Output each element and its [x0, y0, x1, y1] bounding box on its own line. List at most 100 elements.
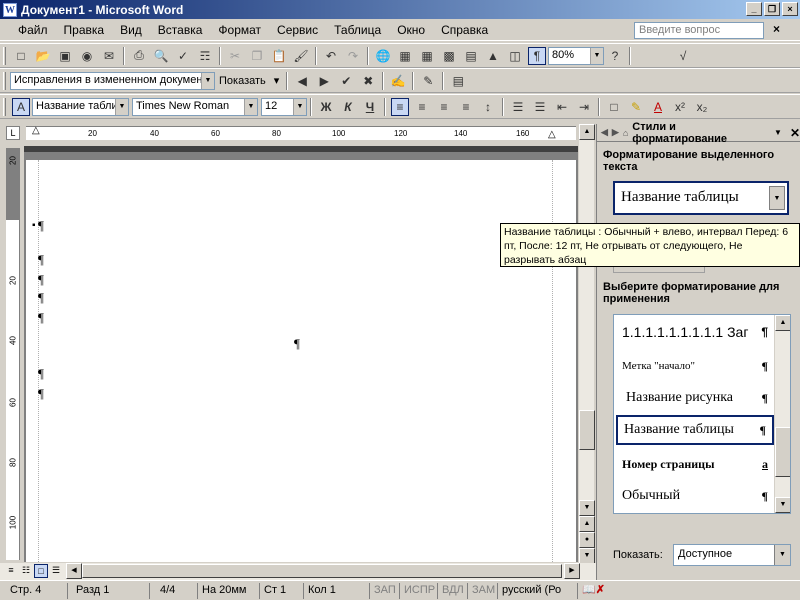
style-item[interactable]: Метка "начало" ¶	[616, 351, 774, 381]
style-item-selected[interactable]: Название таблицы ¶	[616, 415, 774, 445]
status-section[interactable]: Разд 1	[68, 582, 150, 599]
reject-change-icon[interactable]: ✖	[359, 72, 377, 90]
decrease-indent-icon[interactable]: ⇤	[553, 98, 571, 116]
menu-edit[interactable]: Правка	[56, 20, 113, 40]
scroll-up-icon[interactable]: ▲	[775, 315, 790, 331]
menu-file[interactable]: Файл	[0, 20, 56, 40]
open-icon[interactable]: 📂	[34, 47, 52, 65]
vertical-scroll-thumb[interactable]	[579, 410, 595, 450]
close-icon[interactable]: ✕	[790, 126, 800, 140]
chevron-down-icon[interactable]: ▼	[115, 98, 128, 115]
superscript-icon[interactable]: x²	[671, 98, 689, 116]
print-icon[interactable]: ⎙	[130, 47, 148, 65]
subscript-icon[interactable]: x₂	[693, 98, 711, 116]
home-icon[interactable]: ⌂	[623, 128, 628, 138]
redo-icon[interactable]: ↷	[344, 47, 362, 65]
status-position[interactable]: На 20мм	[198, 582, 260, 599]
menu-tools[interactable]: Сервис	[269, 20, 326, 40]
accept-change-icon[interactable]: ✔	[337, 72, 355, 90]
increase-indent-icon[interactable]: ⇥	[575, 98, 593, 116]
show-markup-menu[interactable]: Показать	[219, 75, 266, 87]
restore-button[interactable]: ❐	[764, 2, 780, 16]
next-page-icon[interactable]: ▼	[579, 548, 595, 564]
task-pane-title[interactable]: Стили и форматирование	[632, 121, 770, 145]
style-item[interactable]: Название рисунка ¶	[616, 383, 774, 413]
previous-change-icon[interactable]: ◀	[293, 72, 311, 90]
previous-page-icon[interactable]: ▲	[579, 516, 595, 532]
back-arrow-icon[interactable]: ◀	[601, 127, 608, 138]
bold-button[interactable]: Ж	[317, 98, 335, 116]
print-preview-icon[interactable]: 🔍	[152, 47, 170, 65]
document-close-button[interactable]: ×	[773, 22, 780, 36]
word-app-icon[interactable]: W	[3, 2, 17, 17]
outline-view-icon[interactable]: ☰	[49, 564, 63, 578]
chevron-down-icon[interactable]: ▼	[774, 128, 782, 137]
toolbar-grip[interactable]	[3, 97, 6, 116]
status-column[interactable]: Кол 1	[304, 582, 370, 599]
scroll-left-icon[interactable]: ◀	[66, 563, 82, 579]
help-icon[interactable]: ?	[606, 47, 624, 65]
ask-question-input[interactable]: Введите вопрос	[634, 22, 764, 39]
reviewing-pane-icon[interactable]: ▤	[449, 72, 467, 90]
permission-icon[interactable]: ◉	[78, 47, 96, 65]
print-layout-icon[interactable]: □	[34, 564, 48, 578]
borders-icon[interactable]: □	[605, 98, 623, 116]
save-icon[interactable]: ▣	[56, 47, 74, 65]
show-filter-combo[interactable]: Доступное ▼	[673, 544, 791, 566]
spelling-status-icon[interactable]: 📖✗	[578, 583, 609, 599]
toolbar-grip[interactable]	[3, 46, 6, 65]
vertical-scrollbar[interactable]: ▲ ▼ ▲ ● ▼	[578, 124, 595, 564]
select-browse-object-icon[interactable]: ●	[579, 532, 595, 548]
indent-marker-icon[interactable]: △	[32, 125, 40, 136]
insert-table-icon[interactable]: ▦	[418, 47, 436, 65]
style-list-scrollbar[interactable]: ▲ ▼	[774, 315, 790, 513]
copy-icon[interactable]: ❐	[248, 47, 266, 65]
chevron-down-icon[interactable]: ▼	[293, 98, 306, 115]
italic-button[interactable]: К	[339, 98, 357, 116]
chevron-down-icon[interactable]: ▼	[769, 186, 785, 210]
align-right-icon[interactable]: ≡	[435, 98, 453, 116]
font-color-icon[interactable]: A	[649, 98, 667, 116]
style-list[interactable]: 1.1.1.1.1.1.1.1.1 Заг ¶ Метка "начало" ¶…	[613, 314, 791, 514]
chevron-down-icon[interactable]: ▼	[590, 47, 603, 64]
close-button[interactable]: ×	[782, 2, 798, 16]
bullets-icon[interactable]: ☰	[531, 98, 549, 116]
format-painter-icon[interactable]: 🖌	[292, 47, 310, 65]
chevron-down-icon[interactable]: ▼	[201, 72, 214, 89]
style-item[interactable]: 1.1.1.1.1.1.1.1.1 Заг ¶	[616, 317, 774, 347]
show-hide-formatting-icon[interactable]: ¶	[528, 46, 546, 65]
styles-formatting-icon[interactable]: A	[12, 97, 30, 116]
cut-icon[interactable]: ✂	[226, 47, 244, 65]
document-area[interactable]: ▪ ¶ ¶ ¶ ¶ ¶ ¶ ¶ ¶	[24, 146, 578, 562]
line-spacing-icon[interactable]: ↕	[479, 98, 497, 116]
font-size-combo[interactable]: 12 ▼	[261, 97, 307, 116]
style-item[interactable]: Обычный ¶	[616, 481, 774, 511]
status-page[interactable]: Стр. 4	[0, 582, 68, 599]
web-layout-icon[interactable]: ☷	[19, 564, 33, 578]
insert-excel-icon[interactable]: ▩	[440, 47, 458, 65]
forward-arrow-icon[interactable]: ▶	[612, 127, 619, 138]
next-change-icon[interactable]: ▶	[315, 72, 333, 90]
menu-format[interactable]: Формат	[210, 20, 269, 40]
normal-view-icon[interactable]: ≡	[4, 564, 18, 578]
vertical-ruler[interactable]: 20 20 40 60 80 100	[6, 148, 20, 560]
tab-selector[interactable]: L	[6, 126, 20, 140]
menu-help[interactable]: Справка	[433, 20, 496, 40]
drawing-icon[interactable]: ▲	[484, 47, 502, 65]
numbering-icon[interactable]: ☰	[509, 98, 527, 116]
style-list-scroll-thumb[interactable]	[775, 427, 790, 477]
undo-icon[interactable]: ↶	[322, 47, 340, 65]
insert-comment-icon[interactable]: ✍	[389, 72, 407, 90]
scroll-right-icon[interactable]: ▶	[564, 563, 580, 579]
status-pages[interactable]: 4/4	[150, 582, 198, 599]
new-document-icon[interactable]: □	[12, 47, 30, 65]
scroll-down-icon[interactable]: ▼	[775, 497, 790, 513]
zoom-combo[interactable]: 80% ▼	[548, 46, 604, 65]
email-icon[interactable]: ✉	[100, 47, 118, 65]
equation-icon[interactable]: √	[674, 47, 692, 65]
underline-button[interactable]: Ч	[361, 98, 379, 116]
chevron-down-icon[interactable]: ▾	[274, 74, 280, 87]
display-for-review-combo[interactable]: Исправления в измененном документе ▼	[10, 71, 215, 90]
chevron-down-icon[interactable]: ▼	[244, 98, 257, 115]
minimize-button[interactable]: _	[746, 2, 762, 16]
